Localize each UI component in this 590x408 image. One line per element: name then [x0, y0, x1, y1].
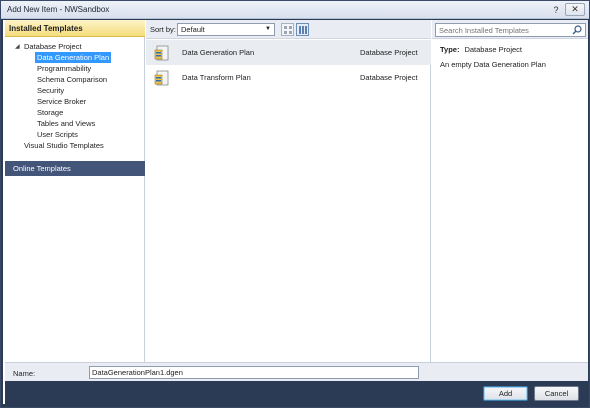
- title-bar: Add New Item - NWSandbox ? ✕: [1, 1, 589, 19]
- search-input[interactable]: [435, 23, 586, 37]
- installed-templates-header[interactable]: Installed Templates: [5, 20, 145, 37]
- template-type: Database Project: [360, 73, 418, 82]
- sort-toolbar: Sort by: Default ▼: [146, 20, 431, 39]
- details-description: An empty Data Generation Plan: [440, 60, 546, 69]
- sort-by-value: Default: [181, 25, 205, 34]
- template-name: Data Generation Plan: [182, 48, 255, 57]
- template-type: Database Project: [360, 48, 418, 57]
- sort-by-label: Sort by:: [150, 25, 176, 34]
- tree-item-storage[interactable]: Storage: [37, 107, 63, 118]
- cancel-button[interactable]: Cancel: [534, 386, 579, 401]
- tree-item-programmability[interactable]: Programmability: [37, 63, 91, 74]
- template-item-data-transform-plan[interactable]: Data Transform Plan Database Project: [146, 65, 431, 90]
- templates-tree-pane: Installed Templates ◢ Database Project D…: [5, 20, 145, 362]
- sort-by-dropdown[interactable]: Default ▼: [177, 23, 275, 36]
- help-button[interactable]: ?: [549, 4, 563, 16]
- name-row: Name:: [5, 362, 588, 381]
- search-icon[interactable]: [572, 25, 582, 35]
- small-icons-view-button[interactable]: [281, 23, 294, 36]
- details-type-value: Database Project: [464, 45, 522, 54]
- window-title: Add New Item - NWSandbox: [7, 5, 110, 14]
- tree-item-service-broker[interactable]: Service Broker: [37, 96, 86, 107]
- close-button[interactable]: ✕: [565, 3, 585, 16]
- tree-item-visual-studio-templates[interactable]: Visual Studio Templates: [24, 140, 104, 151]
- dialog-body: Installed Templates ◢ Database Project D…: [3, 20, 588, 404]
- add-new-item-dialog: Add New Item - NWSandbox ? ✕ Installed T…: [0, 0, 590, 408]
- list-view-button[interactable]: [296, 23, 309, 36]
- search-area: [432, 20, 588, 39]
- details-type: Type: Database Project: [440, 45, 522, 54]
- online-templates-item[interactable]: Online Templates: [5, 161, 145, 176]
- tree-item-database-project[interactable]: Database Project: [24, 41, 82, 52]
- template-name: Data Transform Plan: [182, 73, 251, 82]
- tree-item-tables-and-views[interactable]: Tables and Views: [37, 118, 95, 129]
- tree-item-security[interactable]: Security: [37, 85, 64, 96]
- template-details-pane: Type: Database Project An empty Data Gene…: [432, 40, 588, 362]
- data-generation-plan-icon: [154, 45, 169, 61]
- details-type-label: Type:: [440, 45, 460, 54]
- chevron-down-icon: ▼: [265, 26, 271, 32]
- button-row: Add Cancel: [5, 381, 588, 404]
- template-item-data-generation-plan[interactable]: Data Generation Plan Database Project: [146, 40, 431, 65]
- list-view-icon: [299, 26, 307, 34]
- tree-item-schema-comparison[interactable]: Schema Comparison: [37, 74, 107, 85]
- templates-list: Data Generation Plan Database Project Da…: [146, 40, 431, 362]
- data-transform-plan-icon: [154, 70, 169, 86]
- expand-triangle-icon[interactable]: ◢: [15, 43, 20, 50]
- name-input[interactable]: [89, 366, 419, 379]
- add-button[interactable]: Add: [483, 386, 528, 401]
- name-label: Name:: [13, 369, 36, 378]
- tree-item-data-generation-plan[interactable]: Data Generation Plan: [35, 52, 112, 63]
- grid-view-icon: [284, 26, 292, 34]
- tree-item-user-scripts[interactable]: User Scripts: [37, 129, 78, 140]
